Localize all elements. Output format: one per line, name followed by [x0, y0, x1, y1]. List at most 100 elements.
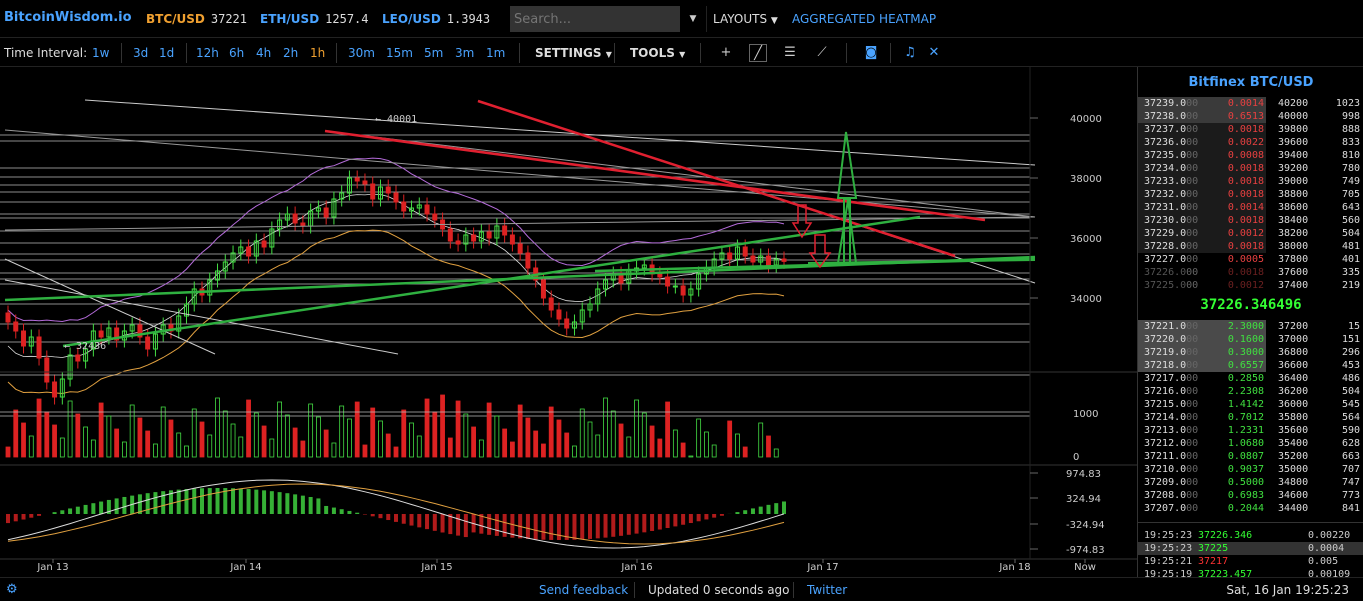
interval-15m[interactable]: 15m	[386, 46, 413, 60]
horizontal-lines-icon[interactable]: ☰	[781, 44, 799, 62]
fan-tool-icon[interactable]: ⟋	[813, 44, 831, 62]
ask-row[interactable]: 37226.000 0.0018 37600 335	[1138, 266, 1363, 279]
trend-lines	[4, 99, 1036, 355]
bid-row[interactable]: 37211.000 0.0807 35200 663	[1138, 450, 1363, 463]
ask-row[interactable]: 37231.000 0.0014 38600 643	[1138, 201, 1363, 214]
bid-row[interactable]: 37207.000 0.2044 34400 841	[1138, 502, 1363, 515]
interval-3m[interactable]: 3m	[455, 46, 474, 60]
interval-4h[interactable]: 4h	[256, 46, 271, 60]
bid-row[interactable]: 37221.000 2.3000 37200 15	[1138, 320, 1363, 333]
depth-count: 841	[1341, 503, 1360, 514]
interval-6h[interactable]: 6h	[229, 46, 244, 60]
bid-row[interactable]: 37208.000 0.6983 34600 773	[1138, 489, 1363, 502]
tools-menu[interactable]: TOOLS ▼	[630, 46, 685, 60]
send-feedback-link[interactable]: Send feedback	[539, 583, 628, 597]
ask-row[interactable]: 37233.000 0.0018 39000 749	[1138, 175, 1363, 188]
interval-3d[interactable]: 3d	[133, 46, 148, 60]
camera-icon[interactable]: ◙	[862, 44, 880, 62]
ask-row[interactable]: 37232.000 0.0018 38800 705	[1138, 188, 1363, 201]
volume-bar	[331, 442, 337, 458]
amount: 0.1600	[1227, 334, 1264, 345]
macd-bar	[6, 514, 10, 524]
volume-bar	[556, 419, 562, 458]
bid-row[interactable]: 37213.000 1.2331 35600 590	[1138, 424, 1363, 437]
ticker-eth[interactable]: ETH/USD 1257.4	[260, 12, 369, 26]
ask-row[interactable]: 37225.000 0.0012 37400 219	[1138, 279, 1363, 292]
crosshair-icon[interactable]: +	[717, 44, 735, 62]
interval-1d[interactable]: 1d	[159, 46, 174, 60]
ask-row[interactable]: 37236.000 0.0022 39600 833	[1138, 136, 1363, 149]
interval-2h[interactable]: 2h	[283, 46, 298, 60]
macd-bar	[611, 514, 616, 537]
ask-row[interactable]: 37238.000 0.6513 40000 998	[1138, 110, 1363, 123]
line-tool-icon[interactable]: ╱	[749, 44, 767, 62]
ask-row[interactable]: 37234.000 0.0018 39200 780	[1138, 162, 1363, 175]
clock: Sat, 16 Jan 19:25:23	[1226, 583, 1349, 597]
site-logo[interactable]: BitcoinWisdom.io	[4, 10, 132, 25]
macd-bar	[347, 510, 352, 514]
macd-bar	[525, 514, 530, 539]
interval-12h[interactable]: 12h	[196, 46, 219, 60]
interval-1m[interactable]: 1m	[486, 46, 505, 60]
price: 37219.000	[1144, 347, 1199, 358]
bid-row[interactable]: 37218.000 0.6557 36600 453	[1138, 359, 1363, 372]
amount: 0.0018	[1227, 124, 1264, 135]
aggregated-heatmap-link[interactable]: AGGREGATED HEATMAP	[792, 12, 936, 26]
bid-row[interactable]: 37216.000 2.2308 36200 504	[1138, 385, 1363, 398]
candle-body	[292, 213, 298, 224]
bid-row[interactable]: 37210.000 0.9037 35000 707	[1138, 463, 1363, 476]
trade-price: 37223.457	[1198, 569, 1253, 577]
price: 37218.000	[1144, 360, 1199, 371]
macd-bar	[145, 493, 150, 514]
search-dropdown-icon[interactable]: ▼	[682, 6, 704, 32]
volume-bar	[59, 437, 65, 458]
candle-body	[362, 180, 368, 185]
bid-row[interactable]: 37215.000 1.4142 36000 545	[1138, 398, 1363, 411]
layouts-dropdown[interactable]: LAYOUTS ▼	[706, 6, 786, 32]
volume-bar	[440, 394, 445, 458]
macd-bar	[254, 489, 259, 514]
interval-1h[interactable]: 1h	[310, 46, 325, 60]
bid-row[interactable]: 37219.000 0.3000 36800 296	[1138, 346, 1363, 359]
macd-bar	[114, 498, 119, 514]
macd-bar	[362, 514, 367, 515]
interval-30m[interactable]: 30m	[348, 46, 375, 60]
ask-row[interactable]: 37239.000 0.0014 40200 1023	[1138, 97, 1363, 110]
ticker-price: 1.3943	[446, 12, 491, 26]
bid-row[interactable]: 37217.000 0.2850 36400 486	[1138, 372, 1363, 385]
interval-1w[interactable]: 1w	[92, 46, 109, 60]
macd-bar	[409, 514, 414, 526]
search-input[interactable]	[510, 6, 680, 32]
macd-bar	[541, 514, 546, 540]
ticker-leo[interactable]: LEO/USD 1.3943	[382, 12, 490, 26]
ask-row[interactable]: 37228.000 0.0018 38000 481	[1138, 240, 1363, 253]
price: 37211.000	[1144, 451, 1199, 462]
amount: 0.0018	[1227, 176, 1264, 187]
macd-bar	[316, 498, 321, 514]
bid-row[interactable]: 37209.000 0.5000 34800 747	[1138, 476, 1363, 489]
ask-row[interactable]: 37235.000 0.0008 39400 810	[1138, 149, 1363, 162]
interval-5m[interactable]: 5m	[424, 46, 443, 60]
bell-icon[interactable]: ♫	[901, 44, 919, 62]
bid-row[interactable]: 37214.000 0.7012 35800 564	[1138, 411, 1363, 424]
ask-row[interactable]: 37227.000 0.0005 37800 401	[1138, 253, 1363, 266]
fullscreen-icon[interactable]: ✕	[925, 44, 943, 62]
ask-row[interactable]: 37237.000 0.0018 39800 888	[1138, 123, 1363, 136]
bid-row[interactable]: 37220.000 0.1600 37000 151	[1138, 333, 1363, 346]
ask-row[interactable]: 37229.000 0.0012 38200 504	[1138, 227, 1363, 240]
candle-body	[447, 228, 453, 242]
volume-bar	[610, 410, 616, 458]
volume-bar	[447, 437, 453, 458]
gear-icon[interactable]: ⚙	[6, 582, 18, 597]
twitter-link[interactable]: Twitter	[807, 583, 847, 597]
settings-menu[interactable]: SETTINGS ▼	[535, 46, 612, 60]
ticker-btc[interactable]: BTC/USD 37221	[146, 12, 247, 26]
macd-bar	[681, 514, 686, 525]
price-chart[interactable]: ← 40001 ← 32436 40000 38000 36000 34000 1000 0 9…	[0, 67, 1137, 577]
volume-bar	[416, 435, 422, 458]
volume-bar	[315, 416, 321, 458]
bid-row[interactable]: 37212.000 1.0680 35400 628	[1138, 437, 1363, 450]
ask-row[interactable]: 37230.000 0.0018 38400 560	[1138, 214, 1363, 227]
candle-body	[52, 381, 58, 398]
macd-histogram	[6, 479, 786, 549]
